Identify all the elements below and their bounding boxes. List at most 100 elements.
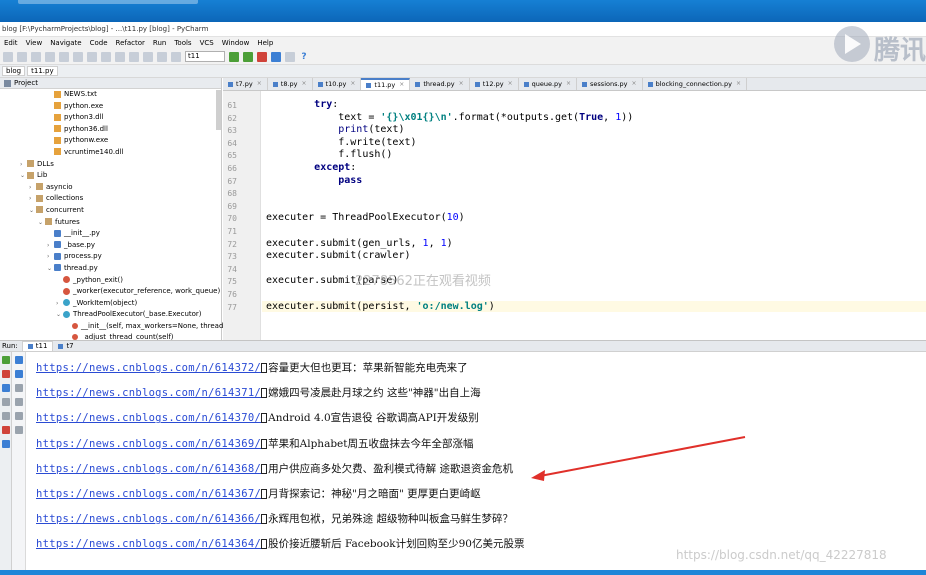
editor-tab[interactable]: sessions.py × [577,78,643,90]
code-editor[interactable]: try: text = '{}\x01{}\n'.format(*outputs… [262,91,926,340]
code-line[interactable]: text = '{}\x01{}\n'.format(*outputs.get(… [266,112,633,123]
undo-icon[interactable] [45,51,55,62]
cut-icon[interactable] [73,51,83,62]
breadcrumb-project[interactable]: blog [2,66,26,76]
run-output[interactable]: https://news.cnblogs.com/n/614372/容量更大但也… [27,352,926,570]
tree-item[interactable]: ⌄ concurrent [0,205,221,217]
code-line[interactable]: except: [266,162,356,173]
paste-icon[interactable] [101,51,111,62]
code-line[interactable]: print(text) [266,124,404,135]
back-icon[interactable] [143,51,153,62]
tree-item[interactable]: ⌄ ThreadPoolExecutor(_base.Executor) [0,309,221,321]
editor-tab[interactable]: t7.py × [223,78,268,90]
tree-item[interactable]: › _base.py [0,240,221,252]
debug-icon[interactable] [243,51,253,62]
run-config-select[interactable]: t11 [185,51,225,62]
build-icon[interactable] [171,51,181,62]
chevron-down-icon[interactable]: ⌄ [38,217,45,229]
menu-edit[interactable]: Edit [4,39,18,47]
code-line[interactable]: executer.submit(persist, 'o:/new.log') [262,300,926,312]
rerun-icon[interactable] [2,356,10,364]
chevron-down-icon[interactable]: ⌄ [56,309,63,321]
menu-navigate[interactable]: Navigate [50,39,81,47]
menu-tools[interactable]: Tools [174,39,191,47]
output-url-link[interactable]: https://news.cnblogs.com/n/614366/ [36,513,261,525]
tree-item[interactable]: › asyncio [0,182,221,194]
close-tab-icon[interactable]: × [736,78,741,90]
close-tab-icon[interactable]: × [399,79,404,91]
editor-tab[interactable]: thread.py × [410,78,470,90]
menu-help[interactable]: Help [257,39,273,47]
close-tab-icon[interactable]: × [566,78,571,90]
close-tab-icon[interactable]: × [350,78,355,90]
output-url-link[interactable]: https://news.cnblogs.com/n/614371/ [36,387,261,399]
editor-tab[interactable]: blocking_connection.py × [642,78,747,90]
breadcrumb-file[interactable]: t11.py [27,66,58,76]
scroll-up-icon[interactable] [15,356,23,364]
chevron-down-icon[interactable]: ⌄ [47,263,54,275]
tree-item[interactable]: › collections [0,193,221,205]
replace-icon[interactable] [129,51,139,62]
open-icon[interactable] [3,51,13,62]
code-line[interactable]: executer.submit(gen_urls, 1, 1) [266,238,453,249]
output-url-link[interactable]: https://news.cnblogs.com/n/614372/ [36,362,261,374]
tree-item[interactable]: _worker(executor_reference, work_queue) [0,286,221,298]
layout-icon[interactable] [2,412,10,420]
copy-icon[interactable] [87,51,97,62]
menu-run[interactable]: Run [153,39,166,47]
tree-item[interactable]: python.exe [0,101,221,113]
close-tab-icon[interactable]: × [302,78,307,90]
find-icon[interactable] [115,51,125,62]
tree-item[interactable]: ⌄ thread.py [0,263,221,275]
tree-item[interactable]: _python_exit() [0,275,221,287]
help-run-icon[interactable] [2,440,10,448]
stop-icon[interactable] [257,51,267,62]
scroll-end-icon[interactable] [15,398,23,406]
chevron-down-icon[interactable]: ⌄ [29,205,36,217]
tree-item[interactable]: pythonw.exe [0,135,221,147]
tree-item[interactable]: › DLLs [0,159,221,171]
menu-window[interactable]: Window [222,39,250,47]
code-line[interactable]: f.write(text) [266,137,416,148]
code-line[interactable]: f.flush() [266,149,392,160]
output-url-link[interactable]: https://news.cnblogs.com/n/614364/ [36,538,261,550]
project-scrollbar[interactable] [216,90,221,130]
pin-icon[interactable] [2,398,10,406]
editor-tab[interactable]: t8.py × [267,78,313,90]
chevron-right-icon[interactable]: › [56,298,63,310]
code-line[interactable]: try: [266,99,338,110]
vcs-icon[interactable] [271,51,281,62]
run-tab[interactable]: t7 [53,341,78,352]
chevron-right-icon[interactable]: › [29,182,36,194]
forward-icon[interactable] [157,51,167,62]
output-url-link[interactable]: https://news.cnblogs.com/n/614368/ [36,463,261,475]
tree-item[interactable]: python36.dll [0,124,221,136]
clear-icon[interactable] [15,426,23,434]
chevron-down-icon[interactable]: ⌄ [20,170,27,182]
chevron-right-icon[interactable]: › [47,251,54,263]
close-tab-icon[interactable]: × [632,78,637,90]
stop-run-icon[interactable] [2,370,10,378]
tree-item[interactable]: vcruntime140.dll [0,147,221,159]
soft-wrap-icon[interactable] [15,384,23,392]
code-line[interactable]: pass [266,175,362,186]
editor-tab[interactable]: t12.py × [469,78,519,90]
run-icon[interactable] [229,51,239,62]
menu-view[interactable]: View [26,39,43,47]
code-line[interactable]: executer = ThreadPoolExecutor(10) [266,212,465,223]
tree-item[interactable]: › _WorkItem(object) [0,298,221,310]
output-url-link[interactable]: https://news.cnblogs.com/n/614367/ [36,488,261,500]
close-run-icon[interactable] [2,426,10,434]
pause-icon[interactable] [2,384,10,392]
save-icon[interactable] [17,51,27,62]
editor-tab[interactable]: t10.py × [312,78,362,90]
settings-icon[interactable] [285,51,295,62]
editor-tab[interactable]: t11.py × [361,78,411,91]
menu-code[interactable]: Code [90,39,108,47]
menu-vcs[interactable]: VCS [200,39,214,47]
editor-tab[interactable]: queue.py × [518,78,578,90]
scroll-down-icon[interactable] [15,370,23,378]
chevron-right-icon[interactable]: › [20,159,27,171]
project-panel-header[interactable]: Project [0,78,221,89]
tree-item[interactable]: ⌄ Lib [0,170,221,182]
